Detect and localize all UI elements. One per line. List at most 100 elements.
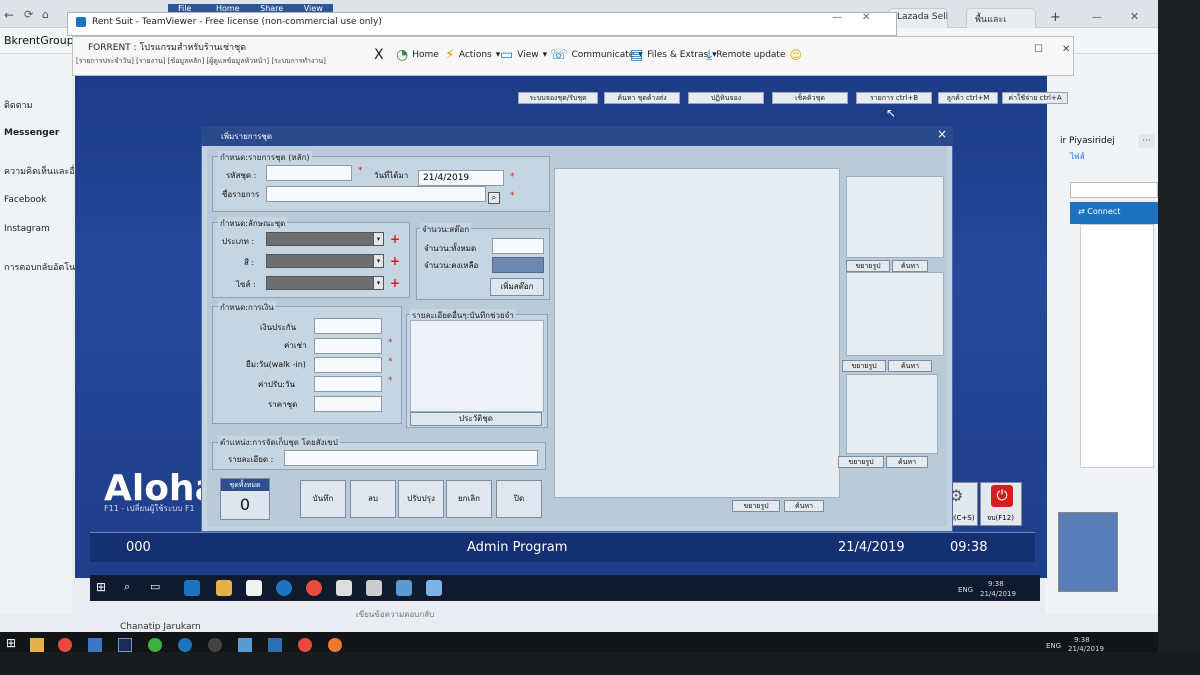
tv-minimize-icon[interactable]: — bbox=[832, 12, 842, 23]
update-button[interactable]: ปรับปรุง bbox=[398, 480, 444, 518]
outer-chrome2-icon[interactable] bbox=[298, 638, 312, 652]
app-icon[interactable] bbox=[336, 580, 352, 596]
rdp-restore-icon[interactable]: ☐ bbox=[1034, 44, 1043, 55]
chevron-down-icon[interactable]: ▾ bbox=[373, 255, 383, 267]
memo-textarea[interactable] bbox=[410, 320, 544, 412]
toolbar-home-button[interactable]: ◔ Home bbox=[396, 48, 439, 62]
rent-input[interactable] bbox=[314, 338, 382, 354]
date-input[interactable]: 21/4/2019 bbox=[418, 170, 504, 186]
top-button-expense[interactable]: ค่าใช้จ่าย ctrl+A bbox=[1002, 92, 1068, 104]
dialog-close-icon[interactable]: × bbox=[937, 127, 947, 141]
enlarge-thumb1-button[interactable]: ขยายรูป bbox=[846, 260, 890, 272]
add-color-button[interactable]: + bbox=[390, 254, 400, 268]
outer-firefox-icon[interactable] bbox=[328, 638, 342, 652]
browser-tab-2[interactable]: พื้นและเ bbox=[966, 8, 1036, 28]
browser-tab-lazada[interactable]: Lazada Sell bbox=[888, 8, 948, 28]
top-button-booking[interactable]: ระบบจองชุด/รับชุด bbox=[518, 92, 598, 104]
edge-icon[interactable] bbox=[184, 580, 200, 596]
borrow-input[interactable] bbox=[314, 357, 382, 373]
location-detail-input[interactable] bbox=[284, 450, 538, 466]
chrome-icon[interactable] bbox=[306, 580, 322, 596]
rdp-icon[interactable] bbox=[426, 580, 442, 596]
chevron-down-icon[interactable]: ▾ bbox=[373, 233, 383, 245]
cancel-button[interactable]: ยกเลิก bbox=[446, 480, 492, 518]
fb-item-facebook[interactable]: Facebook bbox=[4, 195, 46, 205]
toolbar-communicate-button[interactable]: ☏ Communicate ▾ bbox=[550, 48, 643, 62]
chevron-down-icon[interactable]: ▾ bbox=[373, 277, 383, 289]
top-button-calendar[interactable]: ปฏิทินจอง bbox=[688, 92, 764, 104]
top-button-items[interactable]: รายการ ctrl+B bbox=[856, 92, 932, 104]
search-main-button[interactable]: ค้นหา bbox=[784, 500, 824, 512]
outer-app-icon[interactable] bbox=[208, 638, 222, 652]
search-icon[interactable]: ⌕ bbox=[124, 580, 130, 594]
window-icon[interactable] bbox=[396, 580, 412, 596]
tv-close-icon[interactable]: ✕ bbox=[862, 12, 870, 23]
search-thumb3-button[interactable]: ค้นหา bbox=[886, 456, 928, 468]
outer-rdp-icon[interactable] bbox=[268, 638, 282, 652]
outer-word-icon[interactable] bbox=[88, 638, 102, 652]
fb-item-comments[interactable]: ความคิดเห็นและอื่นๆ bbox=[4, 164, 86, 178]
save-button[interactable]: บันทึก bbox=[300, 480, 346, 518]
home-icon[interactable]: ⌂ bbox=[42, 8, 49, 21]
fb-item-messenger[interactable]: Messenger bbox=[4, 128, 59, 138]
top-button-customer[interactable]: ลูกค้า ctrl+M bbox=[938, 92, 998, 104]
outer-lang[interactable]: ENG bbox=[1046, 642, 1061, 650]
add-size-button[interactable]: + bbox=[390, 276, 400, 290]
reload-icon[interactable]: ⟳ bbox=[24, 8, 33, 21]
search-thumb2-button[interactable]: ค้นหา bbox=[888, 360, 932, 372]
fb-reply-hint[interactable]: เขียนข้อความตอบกลับ bbox=[356, 608, 434, 621]
add-type-button[interactable]: + bbox=[390, 232, 400, 246]
contact-name[interactable]: ir Piyasiridej bbox=[1060, 136, 1115, 146]
task-view-icon[interactable]: ▭ bbox=[150, 580, 160, 593]
minimize-icon[interactable]: — bbox=[1092, 12, 1102, 23]
outer-photoshop-icon[interactable] bbox=[118, 638, 132, 652]
outer-start-icon[interactable]: ⊞ bbox=[6, 636, 16, 650]
close-icon[interactable]: ✕ bbox=[1130, 10, 1139, 23]
fb-item-instagram[interactable]: Instagram bbox=[4, 224, 50, 234]
name-input[interactable] bbox=[266, 186, 486, 202]
size-select[interactable]: ▾ bbox=[266, 276, 384, 290]
toolbar-actions-button[interactable]: ⚡ Actions ▾ bbox=[445, 48, 500, 62]
fb-bottom-name[interactable]: Chanatip Jarukarn bbox=[120, 622, 201, 632]
outer-line-icon[interactable] bbox=[148, 638, 162, 652]
stock-total-input[interactable] bbox=[492, 238, 544, 254]
fb-item-follow[interactable]: ติดตาม bbox=[4, 98, 33, 112]
toolbar-close-button[interactable]: X bbox=[374, 48, 384, 62]
add-stock-button[interactable]: เพิ่มสต๊อก bbox=[490, 278, 544, 296]
back-icon[interactable]: ← bbox=[4, 8, 14, 22]
outer-folder-icon[interactable] bbox=[30, 638, 44, 652]
teamviewer-icon[interactable] bbox=[276, 580, 292, 596]
outer-teamviewer-icon[interactable] bbox=[178, 638, 192, 652]
color-select[interactable]: ▾ bbox=[266, 254, 384, 268]
rdp-close-icon[interactable]: ✕ bbox=[1062, 44, 1070, 55]
more-button[interactable]: ··· bbox=[1138, 134, 1155, 148]
toolbar-remote-update-button[interactable]: ⤓ Remote update ☺ bbox=[706, 48, 802, 62]
top-button-queue[interactable]: เช็คคิวชุด bbox=[772, 92, 848, 104]
outer-chrome-icon[interactable] bbox=[58, 638, 72, 652]
fine-input[interactable] bbox=[314, 376, 382, 392]
history-button[interactable]: ประวัติชุด bbox=[410, 412, 542, 426]
enlarge-main-button[interactable]: ขยายรูป bbox=[732, 500, 780, 512]
delete-button[interactable]: ลบ bbox=[350, 480, 396, 518]
remote-menu-bar[interactable]: [รายการประจำวัน] [รายงาน] [ข้อมูลหลัก] [… bbox=[76, 56, 326, 67]
deposit-input[interactable] bbox=[314, 318, 382, 334]
remote-lang[interactable]: ENG bbox=[958, 586, 973, 594]
price-input[interactable] bbox=[314, 396, 382, 412]
enlarge-thumb3-button[interactable]: ขยายรูป bbox=[838, 456, 884, 468]
code-input[interactable] bbox=[266, 165, 352, 181]
type-select[interactable]: ▾ bbox=[266, 232, 384, 246]
folder-icon[interactable] bbox=[216, 580, 232, 596]
outer-window-icon[interactable] bbox=[238, 638, 252, 652]
enlarge-thumb2-button[interactable]: ขยายรูป bbox=[842, 360, 886, 372]
windows-start-icon[interactable]: ⊞ bbox=[96, 580, 106, 594]
exit-button[interactable]: ⏻ จบ(F12) bbox=[980, 482, 1022, 526]
new-tab-button[interactable]: + bbox=[1050, 10, 1061, 25]
close-button[interactable]: ปิด bbox=[496, 480, 542, 518]
browse-name-icon[interactable]: ⌕ bbox=[488, 192, 500, 204]
store-icon[interactable] bbox=[246, 580, 262, 596]
connect-button[interactable]: ⇄ Connect bbox=[1070, 202, 1158, 224]
toolbar-files-button[interactable]: ▤ Files & Extras ▾ bbox=[630, 48, 717, 62]
top-button-pending[interactable]: ค้นหา ชุดค้างส่ง bbox=[604, 92, 680, 104]
mail-icon[interactable] bbox=[366, 580, 382, 596]
toolbar-view-button[interactable]: ▭ View ▾ bbox=[500, 48, 547, 62]
